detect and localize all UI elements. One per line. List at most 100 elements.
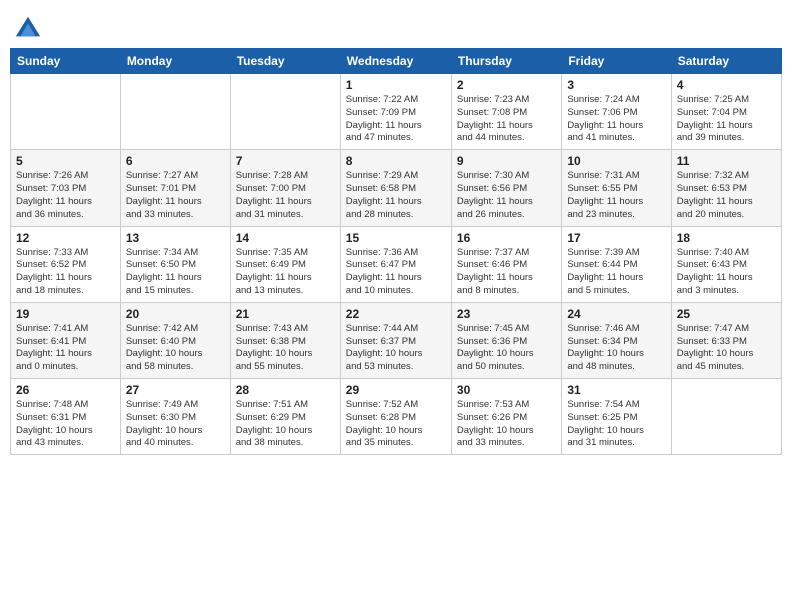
calendar-day-30: 30 Sunrise: 7:53 AM Sunset: 6:26 PM Dayli…: [451, 379, 561, 455]
day-number: 24: [567, 307, 665, 321]
calendar-table: SundayMondayTuesdayWednesdayThursdayFrid…: [10, 48, 782, 455]
day-number: 21: [236, 307, 335, 321]
calendar-day-22: 22Sunrise: 7:44 AM Sunset: 6:37 PM Dayli…: [340, 302, 451, 378]
day-info: Sunrise: 7:45 AM Sunset: 6:36 PM Dayligh…: [457, 323, 556, 374]
day-info: Sunrise: 7:32 AM Sunset: 6:53 PM Dayligh…: [677, 170, 776, 221]
day-number: 8: [346, 154, 446, 168]
day-info: Sunrise: 7:30 AM Sunset: 6:56 PM Dayligh…: [457, 170, 556, 221]
day-number: 23: [457, 307, 556, 321]
day-number: 28: [236, 383, 335, 397]
calendar-day-12: 12 Sunrise: 7:33 AM Sunset: 6:52 PM Dayli…: [11, 226, 121, 302]
day-number: 15: [346, 231, 446, 245]
calendar-week-row: 26 Sunrise: 7:48 AM Sunset: 6:31 PM Dayli…: [11, 379, 782, 455]
day-info: Sunrise: 7:51 AM Sunset: 6:29 PM Dayligh…: [236, 399, 335, 450]
day-info: Sunrise: 7:35 AM Sunset: 6:49 PM Dayligh…: [236, 247, 335, 298]
calendar-day-15: 15 Sunrise: 7:36 AM Sunset: 6:47 PM Dayli…: [340, 226, 451, 302]
column-header-saturday: Saturday: [671, 49, 781, 74]
day-number: 9: [457, 154, 556, 168]
day-info: Sunrise: 7:48 AM Sunset: 6:31 PM Dayligh…: [16, 399, 115, 450]
column-header-tuesday: Tuesday: [230, 49, 340, 74]
day-info: Sunrise: 7:36 AM Sunset: 6:47 PM Dayligh…: [346, 247, 446, 298]
day-number: 20: [126, 307, 225, 321]
calendar-day-18: 18Sunrise: 7:40 AM Sunset: 6:43 PM Dayli…: [671, 226, 781, 302]
day-info: Sunrise: 7:46 AM Sunset: 6:34 PM Dayligh…: [567, 323, 665, 374]
calendar-header-row: SundayMondayTuesdayWednesdayThursdayFrid…: [11, 49, 782, 74]
calendar-day-23: 23 Sunrise: 7:45 AM Sunset: 6:36 PM Dayli…: [451, 302, 561, 378]
day-number: 12: [16, 231, 115, 245]
calendar-day-4: 4 Sunrise: 7:25 AM Sunset: 7:04 PM Daylig…: [671, 74, 781, 150]
day-info: Sunrise: 7:33 AM Sunset: 6:52 PM Dayligh…: [16, 247, 115, 298]
calendar-week-row: 5 Sunrise: 7:26 AM Sunset: 7:03 PM Daylig…: [11, 150, 782, 226]
day-info: Sunrise: 7:43 AM Sunset: 6:38 PM Dayligh…: [236, 323, 335, 374]
day-number: 22: [346, 307, 446, 321]
day-number: 19: [16, 307, 115, 321]
day-info: Sunrise: 7:29 AM Sunset: 6:58 PM Dayligh…: [346, 170, 446, 221]
calendar-day-2: 2Sunrise: 7:23 AM Sunset: 7:08 PM Daylig…: [451, 74, 561, 150]
logo: [14, 14, 44, 42]
calendar-day-9: 9 Sunrise: 7:30 AM Sunset: 6:56 PM Daylig…: [451, 150, 561, 226]
calendar-day-5: 5 Sunrise: 7:26 AM Sunset: 7:03 PM Daylig…: [11, 150, 121, 226]
day-info: Sunrise: 7:39 AM Sunset: 6:44 PM Dayligh…: [567, 247, 665, 298]
calendar-day-14: 14 Sunrise: 7:35 AM Sunset: 6:49 PM Dayli…: [230, 226, 340, 302]
page-header: [10, 10, 782, 42]
day-number: 1: [346, 78, 446, 92]
column-header-thursday: Thursday: [451, 49, 561, 74]
day-info: Sunrise: 7:34 AM Sunset: 6:50 PM Dayligh…: [126, 247, 225, 298]
calendar-empty-cell: [120, 74, 230, 150]
calendar-day-8: 8 Sunrise: 7:29 AM Sunset: 6:58 PM Daylig…: [340, 150, 451, 226]
calendar-day-16: 16Sunrise: 7:37 AM Sunset: 6:46 PM Dayli…: [451, 226, 561, 302]
day-info: Sunrise: 7:53 AM Sunset: 6:26 PM Dayligh…: [457, 399, 556, 450]
logo-icon: [14, 14, 42, 42]
calendar-empty-cell: [671, 379, 781, 455]
calendar-day-31: 31Sunrise: 7:54 AM Sunset: 6:25 PM Dayli…: [562, 379, 671, 455]
calendar-day-27: 27 Sunrise: 7:49 AM Sunset: 6:30 PM Dayli…: [120, 379, 230, 455]
day-number: 14: [236, 231, 335, 245]
day-number: 6: [126, 154, 225, 168]
calendar-day-25: 25Sunrise: 7:47 AM Sunset: 6:33 PM Dayli…: [671, 302, 781, 378]
day-number: 17: [567, 231, 665, 245]
day-info: Sunrise: 7:27 AM Sunset: 7:01 PM Dayligh…: [126, 170, 225, 221]
column-header-friday: Friday: [562, 49, 671, 74]
day-number: 26: [16, 383, 115, 397]
day-info: Sunrise: 7:25 AM Sunset: 7:04 PM Dayligh…: [677, 94, 776, 145]
day-info: Sunrise: 7:54 AM Sunset: 6:25 PM Dayligh…: [567, 399, 665, 450]
calendar-empty-cell: [230, 74, 340, 150]
day-number: 16: [457, 231, 556, 245]
column-header-wednesday: Wednesday: [340, 49, 451, 74]
calendar-week-row: 12 Sunrise: 7:33 AM Sunset: 6:52 PM Dayli…: [11, 226, 782, 302]
day-info: Sunrise: 7:31 AM Sunset: 6:55 PM Dayligh…: [567, 170, 665, 221]
day-info: Sunrise: 7:22 AM Sunset: 7:09 PM Dayligh…: [346, 94, 446, 145]
calendar-day-13: 13 Sunrise: 7:34 AM Sunset: 6:50 PM Dayli…: [120, 226, 230, 302]
day-number: 2: [457, 78, 556, 92]
day-number: 3: [567, 78, 665, 92]
calendar-empty-cell: [11, 74, 121, 150]
calendar-day-20: 20 Sunrise: 7:42 AM Sunset: 6:40 PM Dayli…: [120, 302, 230, 378]
calendar-day-17: 17 Sunrise: 7:39 AM Sunset: 6:44 PM Dayli…: [562, 226, 671, 302]
calendar-day-10: 10 Sunrise: 7:31 AM Sunset: 6:55 PM Dayli…: [562, 150, 671, 226]
calendar-week-row: 19 Sunrise: 7:41 AM Sunset: 6:41 PM Dayli…: [11, 302, 782, 378]
day-number: 18: [677, 231, 776, 245]
day-number: 30: [457, 383, 556, 397]
calendar-day-24: 24 Sunrise: 7:46 AM Sunset: 6:34 PM Dayli…: [562, 302, 671, 378]
day-info: Sunrise: 7:42 AM Sunset: 6:40 PM Dayligh…: [126, 323, 225, 374]
day-number: 29: [346, 383, 446, 397]
day-number: 11: [677, 154, 776, 168]
calendar-day-28: 28 Sunrise: 7:51 AM Sunset: 6:29 PM Dayli…: [230, 379, 340, 455]
calendar-day-29: 29 Sunrise: 7:52 AM Sunset: 6:28 PM Dayli…: [340, 379, 451, 455]
day-number: 5: [16, 154, 115, 168]
day-number: 10: [567, 154, 665, 168]
day-info: Sunrise: 7:52 AM Sunset: 6:28 PM Dayligh…: [346, 399, 446, 450]
day-info: Sunrise: 7:41 AM Sunset: 6:41 PM Dayligh…: [16, 323, 115, 374]
day-info: Sunrise: 7:24 AM Sunset: 7:06 PM Dayligh…: [567, 94, 665, 145]
calendar-day-11: 11 Sunrise: 7:32 AM Sunset: 6:53 PM Dayli…: [671, 150, 781, 226]
day-info: Sunrise: 7:26 AM Sunset: 7:03 PM Dayligh…: [16, 170, 115, 221]
day-info: Sunrise: 7:28 AM Sunset: 7:00 PM Dayligh…: [236, 170, 335, 221]
calendar-day-3: 3 Sunrise: 7:24 AM Sunset: 7:06 PM Daylig…: [562, 74, 671, 150]
day-number: 4: [677, 78, 776, 92]
column-header-monday: Monday: [120, 49, 230, 74]
day-number: 7: [236, 154, 335, 168]
calendar-day-7: 7 Sunrise: 7:28 AM Sunset: 7:00 PM Daylig…: [230, 150, 340, 226]
day-info: Sunrise: 7:49 AM Sunset: 6:30 PM Dayligh…: [126, 399, 225, 450]
day-number: 27: [126, 383, 225, 397]
day-number: 13: [126, 231, 225, 245]
